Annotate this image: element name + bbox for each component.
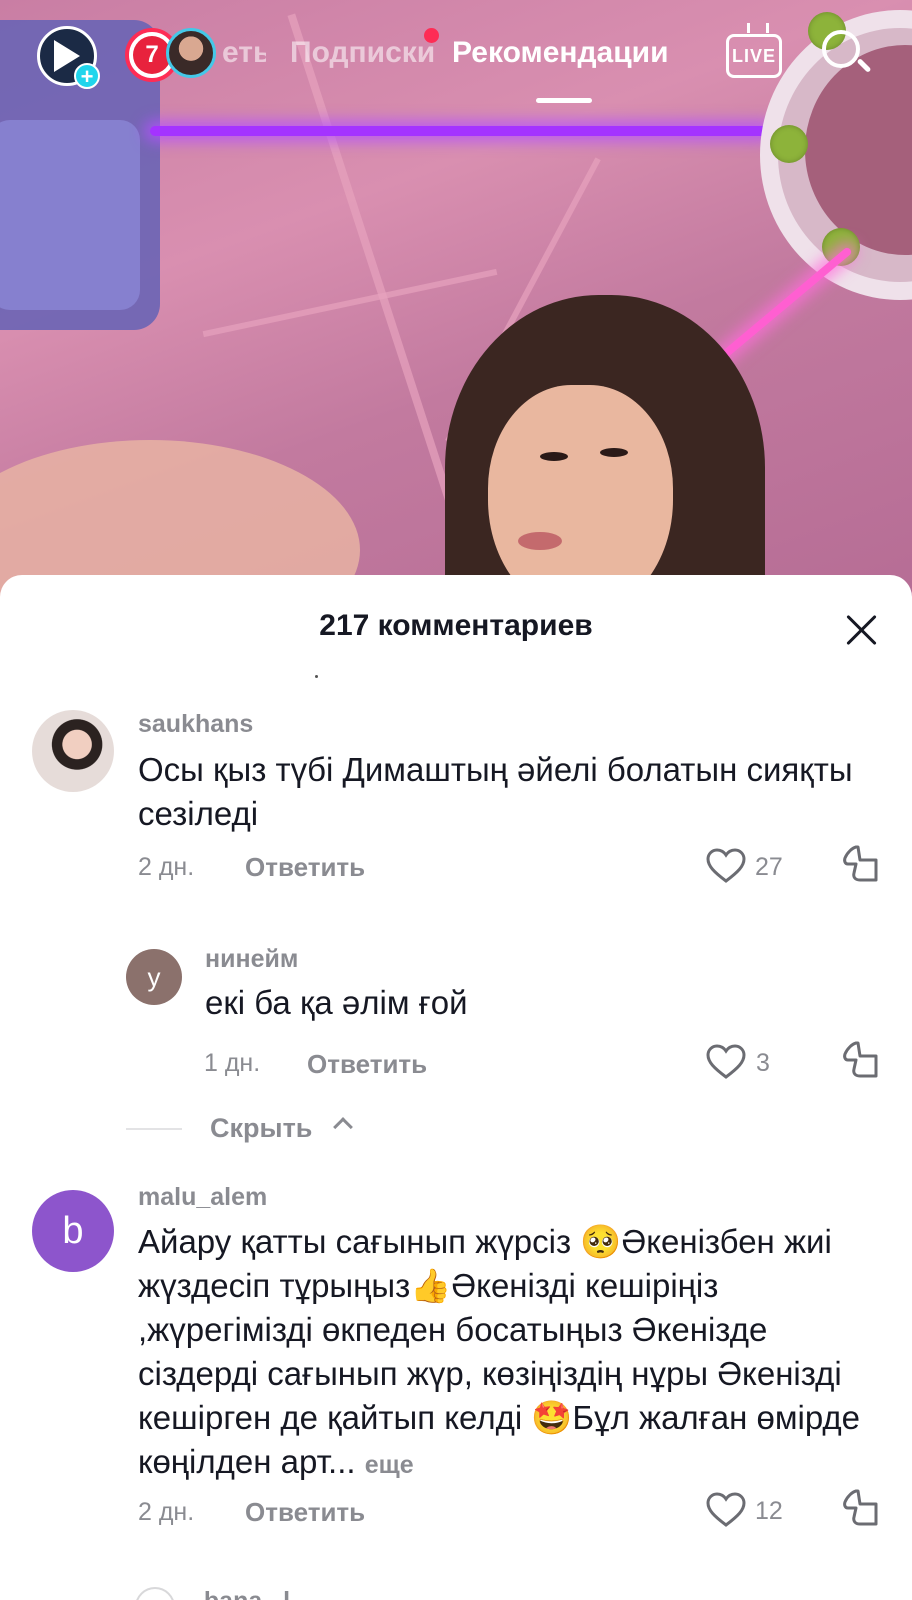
reply-button[interactable]: Ответить [245, 1497, 365, 1528]
tab-following[interactable]: Подписки [290, 36, 435, 70]
loading-indicator [315, 675, 318, 678]
tab-for-you[interactable]: Рекомендации [452, 36, 669, 70]
close-icon[interactable] [844, 612, 880, 648]
wall-decoration [202, 268, 498, 338]
heart-icon[interactable] [706, 848, 746, 884]
comment-time: 1 дн. [204, 1049, 261, 1077]
reply-button[interactable]: Ответить [245, 852, 365, 883]
live-tv-icon[interactable]: LIVE [726, 34, 782, 78]
neon-light [717, 246, 853, 362]
reply-button[interactable]: Ответить [307, 1049, 427, 1080]
comment-text: Айару қатты сағынып жүрсіз 🥺Әкенізбен жи… [138, 1220, 878, 1487]
reply-item: y нинейм екі ба қа әлім ғой 1 дн. Ответи… [0, 945, 912, 1099]
comment-username[interactable]: нинейм [205, 945, 298, 974]
arcade-machine-panel [0, 120, 140, 310]
comment-item: b malu_alem Айару қатты сағынып жүрсіз 🥺… [0, 1183, 912, 1570]
like-count: 3 [756, 1049, 770, 1077]
tab-friends-label: еть [222, 36, 266, 69]
top-navigation: + 7 еть Подписки Рекомендации LIVE [0, 0, 912, 110]
heart-icon[interactable] [706, 1044, 746, 1080]
comment-username[interactable]: malu_alem [138, 1183, 267, 1212]
new-content-dot [424, 28, 439, 43]
app-logo-button[interactable]: + [37, 26, 100, 89]
comments-count-title: 217 комментариев [319, 609, 593, 642]
comment-time: 2 дн. [138, 853, 195, 881]
comment-text: екі ба қа әлім ғой [205, 984, 468, 1021]
like-count: 12 [755, 1497, 783, 1525]
person-eye [600, 448, 628, 457]
neon-light [150, 126, 770, 136]
dislike-icon[interactable] [842, 844, 882, 884]
dislike-icon[interactable] [842, 1488, 882, 1528]
story-avatar-user[interactable] [166, 28, 216, 78]
avatar[interactable] [32, 710, 114, 792]
avatar[interactable] [135, 1587, 175, 1600]
person-lips [518, 532, 562, 550]
search-icon-handle [856, 58, 872, 73]
comments-sheet: 217 комментариев saukhans Осы қыз түбі Д… [0, 575, 912, 1600]
comment-username[interactable]: saukhans [138, 710, 253, 739]
live-label: LIVE [731, 45, 776, 66]
hide-replies-row[interactable]: Скрыть [0, 1110, 912, 1150]
person-face [488, 385, 673, 600]
tab-friends[interactable]: еть [222, 36, 266, 70]
plus-icon: + [74, 63, 100, 89]
comment-item: saukhans Осы қыз түбі Димаштың әйелі бол… [0, 710, 912, 910]
divider [126, 1128, 182, 1130]
active-tab-indicator [536, 98, 592, 103]
comment-text-body: Айару қатты сағынып жүрсіз 🥺Әкенізбен жи… [138, 1223, 861, 1480]
comment-time: 2 дн. [138, 1498, 195, 1526]
see-more-link[interactable]: еще [365, 1451, 414, 1479]
decor-bulb [770, 125, 808, 163]
person-eye [540, 452, 568, 461]
avatar[interactable]: y [126, 949, 182, 1005]
avatar[interactable]: b [32, 1190, 114, 1272]
chevron-up-icon [333, 1117, 353, 1137]
hide-replies-button[interactable]: Скрыть [210, 1113, 312, 1144]
search-icon[interactable] [822, 30, 872, 82]
heart-icon[interactable] [706, 1492, 746, 1528]
comment-username[interactable]: _bana...l [190, 1587, 290, 1600]
like-count: 27 [755, 853, 783, 881]
comment-text: Осы қыз түбі Димаштың әйелі болатын сияқ… [138, 751, 853, 832]
dislike-icon[interactable] [842, 1040, 882, 1080]
search-icon-ring [822, 30, 860, 68]
